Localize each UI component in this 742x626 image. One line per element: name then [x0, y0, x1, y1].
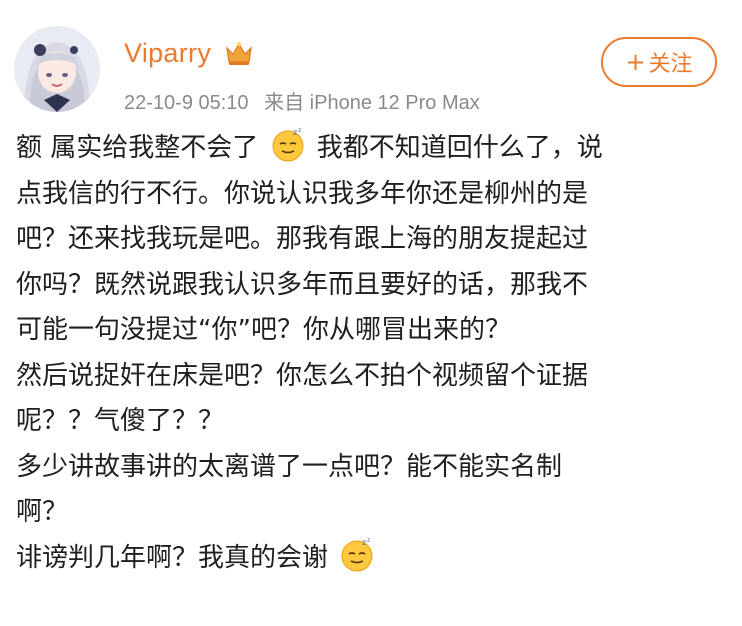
svg-text:z: z: [298, 127, 301, 134]
post-line: 你吗？既然说跟我认识多年而且要好的话，那我不: [16, 269, 589, 300]
post-line: 点我信的行不行。你说认识我多年你还是柳州的是: [16, 178, 589, 209]
sleepy-emoji-icon: z z: [341, 537, 373, 571]
plus-icon: +: [625, 48, 646, 76]
post-line: 多少讲故事讲的太离谱了一点吧？能不能实名制: [16, 451, 563, 482]
post-timestamp: 22-10-9 05:10: [124, 92, 249, 114]
post-line: 吧？还来找我玩是吧。那我有跟上海的朋友提起过: [16, 224, 589, 254]
post-text: 诽谤判几年啊？我真的会谢: [16, 542, 329, 573]
post-line: 诽谤判几年啊？我真的会谢 z z: [16, 536, 732, 582]
post-source: 来自 iPhone 12 Pro Max: [264, 92, 480, 114]
vip-crown-icon: [226, 42, 252, 65]
post-line: 呢？？气傻了？？: [16, 406, 225, 436]
follow-button-label: 关注: [648, 52, 693, 77]
svg-text:z: z: [367, 537, 370, 544]
post-line: 然后说捉奸在床是吧？你怎么不拍个视频留个证据: [16, 360, 589, 391]
post-meta: 22-10-9 05:10 来自 iPhone 12 Pro Max: [124, 86, 480, 115]
post-text: 我都不知道回什么了，说: [316, 133, 603, 163]
post-header: Viparry 22-10-9 05:10 来自 iPhone 12 Pro M…: [0, 0, 742, 120]
svg-text:z: z: [293, 128, 297, 137]
post-body: 额 属实给我整不会了 z z 我都不知道回什么了，说 点我信的行不行。你说认识我…: [16, 126, 732, 581]
post-line: 啊？: [16, 497, 69, 527]
avatar[interactable]: [14, 26, 100, 112]
post-text: 额 属实给我整不会了: [16, 133, 259, 163]
svg-text:z: z: [362, 538, 366, 547]
post-line: 可能一句没提过“你”吧？你从哪冒出来的？: [16, 315, 511, 345]
username[interactable]: Viparry: [124, 38, 211, 69]
sleepy-emoji-icon: z z: [272, 127, 304, 162]
post-line: 额 属实给我整不会了 z z 我都不知道回什么了，说: [16, 126, 732, 172]
follow-button[interactable]: + 关注: [601, 37, 717, 87]
